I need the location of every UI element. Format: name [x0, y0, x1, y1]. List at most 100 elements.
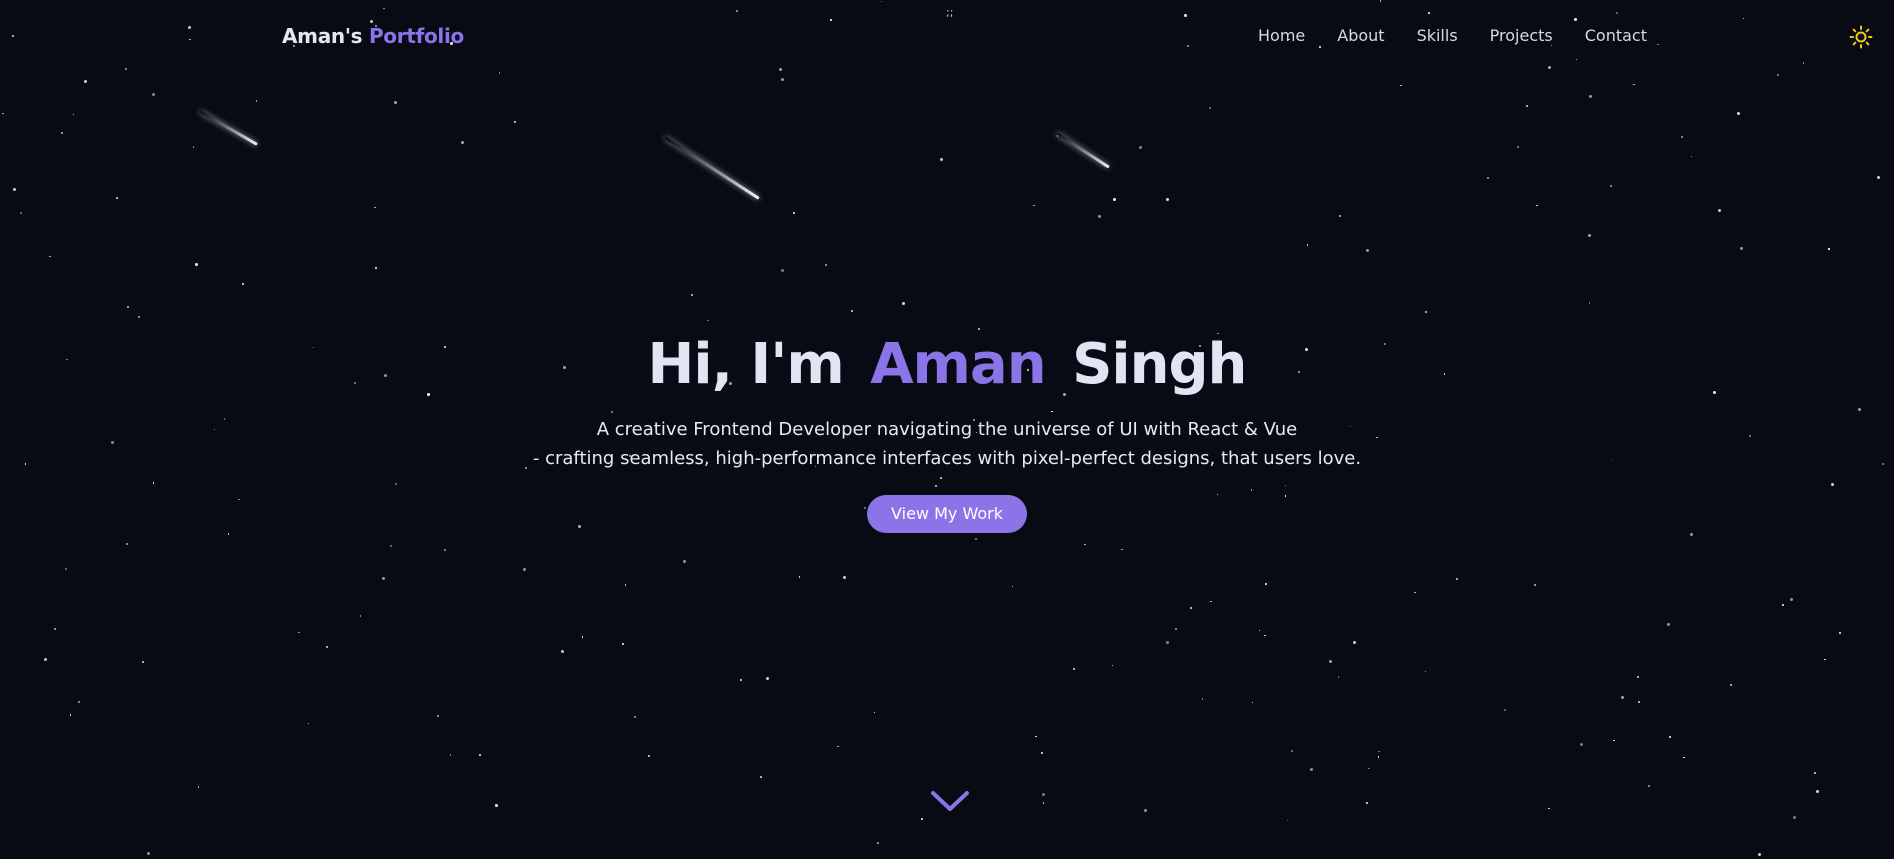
star — [72, 113, 75, 116]
star — [766, 676, 769, 680]
site-header: Aman's Portfolio Home About Skills Proje… — [0, 0, 1894, 74]
star — [1111, 664, 1114, 667]
star — [781, 268, 785, 272]
hero-first-name: Aman — [870, 332, 1046, 397]
star — [61, 131, 64, 134]
star — [1536, 204, 1538, 207]
star — [394, 101, 398, 105]
star — [1633, 83, 1635, 86]
star — [1839, 632, 1842, 635]
nav-contact[interactable]: Contact — [1585, 26, 1647, 45]
chevron-down-icon — [931, 791, 969, 811]
star — [1290, 750, 1293, 753]
star — [1258, 629, 1261, 632]
star — [739, 679, 742, 682]
tagline-line-1: A creative Frontend Developer navigating… — [596, 419, 1298, 440]
star — [514, 120, 517, 123]
brand-logo[interactable]: Aman's Portfolio — [282, 24, 464, 48]
star — [83, 79, 87, 83]
star — [1174, 628, 1177, 631]
star — [1138, 145, 1142, 149]
star — [1264, 634, 1266, 636]
star — [902, 301, 906, 305]
view-my-work-button[interactable]: View My Work — [867, 495, 1027, 533]
star — [1309, 767, 1313, 771]
theme-toggle-button[interactable] — [1849, 25, 1873, 49]
star — [1740, 247, 1744, 251]
star — [1548, 807, 1550, 810]
nav-about[interactable]: About — [1337, 26, 1384, 45]
star — [974, 537, 977, 540]
star — [793, 212, 795, 214]
star — [1353, 641, 1357, 645]
shooting-star — [664, 136, 760, 200]
star — [147, 851, 151, 855]
star — [1588, 95, 1592, 99]
star — [436, 715, 439, 718]
star — [298, 631, 300, 634]
star — [49, 255, 51, 257]
star — [1377, 756, 1380, 758]
star — [227, 533, 230, 535]
star — [13, 187, 17, 191]
scroll-down-button[interactable] — [930, 788, 970, 814]
star — [65, 568, 68, 571]
nav-projects[interactable]: Projects — [1490, 26, 1553, 45]
star — [53, 628, 56, 631]
star — [1669, 736, 1672, 739]
star — [1455, 577, 1458, 580]
star — [326, 645, 329, 648]
star — [1011, 585, 1014, 588]
hero-tagline: A creative Frontend Developer navigating… — [0, 415, 1894, 473]
star — [1366, 802, 1368, 804]
star — [389, 545, 392, 548]
star — [1690, 532, 1694, 536]
star — [307, 722, 310, 725]
star — [1306, 244, 1309, 246]
star — [1042, 792, 1046, 796]
star — [581, 636, 584, 638]
star — [2, 112, 4, 115]
star — [1121, 548, 1123, 551]
star — [1035, 735, 1037, 738]
star — [1588, 234, 1592, 238]
star — [461, 141, 465, 145]
star — [69, 714, 72, 716]
star — [444, 549, 447, 552]
star — [1503, 708, 1506, 711]
star — [197, 786, 200, 788]
star — [449, 754, 452, 756]
star — [1736, 111, 1740, 115]
star — [1041, 751, 1044, 754]
star — [242, 283, 244, 285]
hero-greeting: Hi, I'm — [647, 332, 845, 397]
star — [940, 158, 944, 162]
nav-home[interactable]: Home — [1258, 26, 1305, 45]
star — [1790, 598, 1794, 602]
nav-skills[interactable]: Skills — [1417, 26, 1458, 45]
star — [1717, 208, 1721, 212]
star — [1637, 675, 1640, 678]
star — [1638, 700, 1641, 703]
star — [1680, 136, 1683, 139]
star — [682, 559, 686, 563]
star — [255, 100, 258, 102]
star — [359, 615, 362, 617]
star — [495, 804, 499, 808]
star — [837, 745, 839, 748]
star — [1534, 584, 1537, 587]
star — [1782, 604, 1784, 606]
star — [1588, 302, 1591, 304]
star — [920, 818, 923, 821]
star — [707, 319, 709, 322]
star — [1414, 591, 1416, 594]
star — [1286, 819, 1289, 822]
star — [1265, 583, 1267, 585]
star — [1813, 772, 1816, 775]
brand-accent: Portfolio — [368, 24, 464, 48]
star — [78, 701, 81, 704]
sun-icon — [1849, 25, 1873, 49]
star — [1487, 177, 1489, 179]
star — [781, 78, 785, 82]
star — [19, 212, 22, 215]
